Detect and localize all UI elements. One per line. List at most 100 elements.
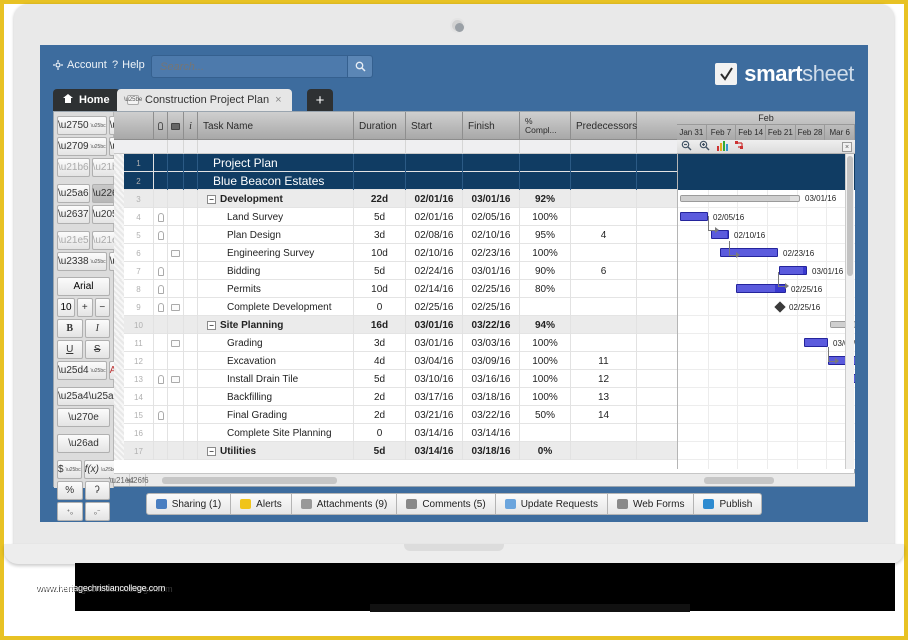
cell-comment[interactable] <box>168 172 184 190</box>
cell-task[interactable]: Project Plan <box>198 154 354 172</box>
column-header-pct[interactable]: % Compl... <box>520 112 571 140</box>
cell-start[interactable]: 02/08/16 <box>406 226 463 244</box>
paperclip-icon[interactable] <box>157 302 164 312</box>
cell-pct[interactable]: 94% <box>520 316 571 334</box>
cell-task[interactable]: Land Survey <box>198 208 354 226</box>
cell-task[interactable]: Permits <box>198 280 354 298</box>
cell-finish[interactable]: 03/09/16 <box>463 352 520 370</box>
horizontal-scrollbar[interactable]: \u21e4 \u26f6 <box>109 473 855 486</box>
cell-flag[interactable] <box>184 172 198 190</box>
filter-cell-comment[interactable] <box>168 140 184 154</box>
row-handle[interactable] <box>114 406 124 424</box>
action-publish[interactable]: Publish <box>694 493 763 515</box>
row-handle[interactable] <box>114 424 124 442</box>
cell-duration[interactable]: 5d <box>354 208 406 226</box>
cell-comment[interactable] <box>168 244 184 262</box>
cell-pct[interactable] <box>520 424 571 442</box>
cell-comment[interactable] <box>168 442 184 460</box>
gantt-close-icon[interactable]: × <box>842 142 852 152</box>
row-expander-icon[interactable]: − <box>207 446 216 456</box>
cell-comment[interactable] <box>168 262 184 280</box>
cell-pred[interactable]: 11 <box>571 352 637 370</box>
dependency-icon[interactable] <box>735 138 746 156</box>
gantt-task-bar[interactable] <box>711 230 729 239</box>
cell-comment[interactable] <box>168 424 184 442</box>
row-handle[interactable] <box>114 172 124 190</box>
column-header-pred[interactable]: Predecessors <box>571 112 637 140</box>
cell-finish[interactable]: 02/25/16 <box>463 298 520 316</box>
search-icon[interactable] <box>347 56 372 77</box>
filter-cell-attach[interactable] <box>154 140 168 154</box>
row-expander-icon[interactable]: − <box>207 194 216 204</box>
undo-icon[interactable]: \u21b6 <box>57 158 90 177</box>
vertical-scrollbar[interactable] <box>845 154 854 469</box>
cell-pred[interactable] <box>571 424 637 442</box>
bold-button[interactable]: B <box>57 319 83 338</box>
row-handle[interactable] <box>114 370 124 388</box>
cell-flag[interactable] <box>184 442 198 460</box>
underline-button[interactable]: U <box>57 340 83 359</box>
cell-attach[interactable] <box>154 244 168 262</box>
cell-flag[interactable] <box>184 370 198 388</box>
row-actions-icon[interactable]: \u2338 \u25bc <box>57 252 107 271</box>
cell-attach[interactable] <box>154 154 168 172</box>
cell-finish[interactable] <box>463 154 520 172</box>
cell-attach[interactable] <box>154 172 168 190</box>
cell-start[interactable]: 03/14/16 <box>406 424 463 442</box>
cell-comment[interactable] <box>168 334 184 352</box>
cell-start[interactable] <box>406 154 463 172</box>
cell-flag[interactable] <box>184 316 198 334</box>
cell-start[interactable]: 03/04/16 <box>406 352 463 370</box>
zoom-in-icon[interactable] <box>699 138 710 156</box>
help-button[interactable]: ? Help <box>112 59 145 71</box>
column-header-duration[interactable]: Duration <box>354 112 406 140</box>
cell-start[interactable] <box>406 172 463 190</box>
cell-duration[interactable]: 16d <box>354 316 406 334</box>
cell-task[interactable]: Engineering Survey <box>198 244 354 262</box>
cell-duration[interactable]: 3d <box>354 334 406 352</box>
cell-start[interactable]: 03/14/16 <box>406 442 463 460</box>
paperclip-icon[interactable] <box>154 112 168 140</box>
cell-duration[interactable]: 4d <box>354 352 406 370</box>
comment-icon[interactable] <box>171 303 180 311</box>
paperclip-icon[interactable] <box>157 374 164 384</box>
cell-comment[interactable] <box>168 388 184 406</box>
cell-attach[interactable] <box>154 226 168 244</box>
cell-pred[interactable]: 12 <box>571 370 637 388</box>
highlight-icon[interactable]: \u270e <box>57 408 110 427</box>
cell-attach[interactable] <box>154 406 168 424</box>
cell-start[interactable]: 03/17/16 <box>406 388 463 406</box>
cell-finish[interactable]: 03/01/16 <box>463 190 520 208</box>
action-update-requests[interactable]: Update Requests <box>495 493 608 515</box>
search-input[interactable] <box>158 60 338 74</box>
cell-duration[interactable]: 0 <box>354 424 406 442</box>
cell-flag[interactable] <box>184 226 198 244</box>
cell-pred[interactable] <box>571 154 637 172</box>
cell-duration[interactable]: 2d <box>354 388 406 406</box>
filter-cell-task[interactable] <box>198 140 354 154</box>
cell-pred[interactable] <box>571 280 637 298</box>
close-icon[interactable]: × <box>275 94 281 106</box>
cell-attach[interactable] <box>154 280 168 298</box>
cell-pct[interactable]: 95% <box>520 226 571 244</box>
cell-start[interactable]: 02/01/16 <box>406 190 463 208</box>
cell-duration[interactable]: 5d <box>354 442 406 460</box>
comment-icon[interactable] <box>171 249 180 257</box>
column-header-start[interactable]: Start <box>406 112 463 140</box>
filter-cell-pct[interactable] <box>520 140 571 154</box>
cell-flag[interactable] <box>184 208 198 226</box>
cell-task[interactable]: Backfilling <box>198 388 354 406</box>
cell-pct[interactable]: 50% <box>520 406 571 424</box>
action-web-forms[interactable]: Web Forms <box>607 493 695 515</box>
indent-icon[interactable]: \u21e5 <box>57 231 90 250</box>
filter-cell-duration[interactable] <box>354 140 406 154</box>
italic-button[interactable]: I <box>84 319 110 338</box>
cell-finish[interactable]: 02/23/16 <box>463 244 520 262</box>
cell-comment[interactable] <box>168 280 184 298</box>
grid-view-icon[interactable]: \u25a6 <box>57 184 90 203</box>
cell-finish[interactable]: 03/18/16 <box>463 442 520 460</box>
action-attachments[interactable]: Attachments (9) <box>291 493 398 515</box>
link-icon[interactable]: \u26ad <box>57 434 110 453</box>
cell-comment[interactable] <box>168 208 184 226</box>
cell-flag[interactable] <box>184 244 198 262</box>
